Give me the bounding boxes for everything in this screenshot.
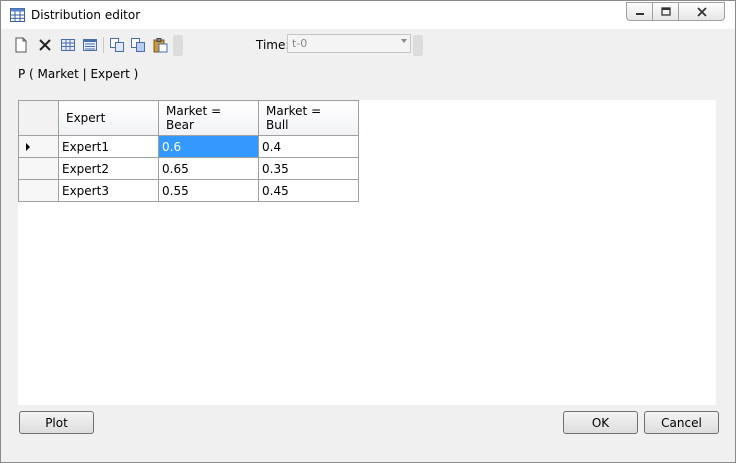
cell-bull[interactable]: 0.4	[258, 135, 359, 158]
toolbar-overflow-chevron[interactable]	[173, 35, 183, 56]
current-row-icon	[26, 143, 30, 151]
time-label: Time:	[256, 38, 290, 52]
copy-icon[interactable]	[109, 37, 125, 53]
list-icon[interactable]	[82, 37, 98, 53]
toolbar: Time: t-0	[2, 29, 735, 59]
row-header[interactable]	[18, 179, 59, 202]
cell-expert[interactable]: Expert1	[58, 135, 159, 158]
time-select-value: t-0	[292, 37, 308, 50]
cell-bear[interactable]: 0.55	[158, 179, 259, 202]
cancel-button[interactable]: Cancel	[644, 411, 719, 434]
column-header-market-bull[interactable]: Market = Bull	[258, 100, 359, 136]
table-row: Expert3 0.55 0.45	[18, 179, 359, 202]
close-icon	[696, 6, 707, 17]
cell-expert[interactable]: Expert2	[58, 157, 159, 180]
minimize-button[interactable]	[626, 2, 653, 21]
table-corner-cell[interactable]	[18, 100, 59, 136]
column-header-label: Bear	[166, 118, 194, 132]
copy-alt-icon[interactable]	[130, 37, 146, 53]
column-header-market-bear[interactable]: Market = Bear	[158, 100, 259, 136]
column-header-label: Expert	[66, 111, 106, 125]
chevron-down-icon	[401, 39, 407, 43]
minimize-icon	[635, 12, 644, 15]
grid-panel: Expert Market = Bear Market = Bull Exper…	[18, 100, 716, 405]
maximize-icon	[660, 6, 671, 16]
window-title: Distribution editor	[31, 8, 141, 22]
cell-bull[interactable]: 0.35	[258, 157, 359, 180]
title-bar[interactable]: Distribution editor	[1, 1, 735, 29]
paste-icon[interactable]	[152, 37, 168, 53]
table-icon	[10, 8, 25, 22]
distribution-editor-window: Distribution editor Time: t-0 P (Market…	[0, 0, 736, 463]
close-button[interactable]	[678, 2, 725, 21]
grid-icon[interactable]	[60, 37, 76, 53]
column-header-label: Market =	[166, 104, 222, 118]
maximize-button[interactable]	[652, 2, 679, 21]
new-doc-icon[interactable]	[13, 37, 29, 53]
cell-bear[interactable]: 0.6	[158, 135, 259, 158]
column-header-label: Bull	[266, 118, 289, 132]
cell-expert[interactable]: Expert3	[58, 179, 159, 202]
cell-bear[interactable]: 0.65	[158, 157, 259, 180]
table-row: Expert2 0.65 0.35	[18, 157, 359, 180]
ok-button[interactable]: OK	[563, 411, 638, 434]
plot-button[interactable]: Plot	[19, 411, 94, 434]
cell-bull[interactable]: 0.45	[258, 179, 359, 202]
row-header[interactable]	[18, 157, 59, 180]
column-header-expert[interactable]: Expert	[58, 100, 159, 136]
toolbar-overflow-chevron-2[interactable]	[413, 35, 423, 56]
table-row: Expert1 0.6 0.4	[18, 135, 359, 158]
toolbar-separator	[103, 37, 104, 53]
table-header-row: Expert Market = Bear Market = Bull	[18, 100, 359, 136]
delete-icon[interactable]	[37, 37, 53, 53]
time-select[interactable]: t-0	[287, 34, 411, 53]
column-header-label: Market =	[266, 104, 322, 118]
distribution-formula: P ( Market | Expert )	[18, 67, 139, 81]
row-header[interactable]	[18, 135, 59, 158]
probability-table: Expert Market = Bear Market = Bull Exper…	[18, 100, 359, 202]
